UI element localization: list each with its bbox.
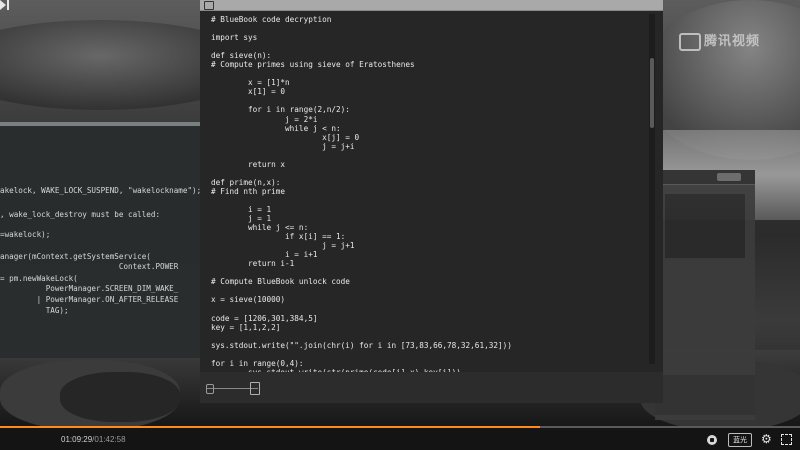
watermark-logo: 腾讯视频 [678, 30, 760, 51]
fullscreen-icon[interactable] [781, 434, 792, 445]
video-frame[interactable]: 腾讯视频 akelock, WAKE_LOCK_SUSPEND, "wakelo… [0, 0, 800, 428]
code-line: Context.POWER [0, 262, 179, 271]
code-line: akelock, WAKE_LOCK_SUSPEND, "wakelocknam… [0, 186, 202, 195]
editor-bottom-panel [200, 372, 663, 403]
slider-handle [250, 382, 260, 395]
window-titlebar [655, 170, 755, 185]
window-icon [204, 1, 214, 10]
code-line: = pm.newWakeLock( [0, 274, 78, 283]
background-rock [60, 372, 180, 422]
current-time: 01:09:29 [61, 435, 93, 444]
watermark-text: 腾讯视频 [703, 34, 760, 49]
video-logo-icon [678, 32, 701, 51]
code-line: TAG); [0, 306, 69, 315]
code-line: PowerManager.SCREEN_DIM_WAKE_ [0, 284, 179, 293]
background-code-window: akelock, WAKE_LOCK_SUSPEND, "wakelocknam… [0, 122, 202, 358]
quality-button[interactable]: 蓝光 [728, 433, 752, 447]
total-time: 01:42:58 [94, 435, 126, 444]
vertical-scrollbar [649, 14, 655, 364]
code-editor-window: # BlueBook code decryption import sys de… [200, 0, 663, 403]
settings-gear-icon[interactable]: ⚙ [761, 433, 773, 445]
code-line: | PowerManager.ON_AFTER_RELEASE [0, 295, 179, 304]
volume-icon[interactable] [707, 435, 717, 445]
window-panel [655, 375, 755, 415]
window-panel [665, 194, 745, 258]
code-line: anager(mContext.getSystemService( [0, 252, 151, 261]
editor-slider [204, 382, 264, 396]
slider-handle [206, 384, 214, 394]
code-line: =wakelock); [0, 230, 51, 239]
window-button [717, 173, 741, 181]
background-window [655, 170, 755, 420]
time-display: 01:09:29/01:42:58 [61, 435, 126, 444]
code-line: , wake_lock_destroy must be called: [0, 210, 161, 219]
code-content: # BlueBook code decryption import sys de… [211, 15, 512, 395]
scrollbar-thumb [650, 58, 654, 128]
editor-titlebar [200, 0, 663, 11]
